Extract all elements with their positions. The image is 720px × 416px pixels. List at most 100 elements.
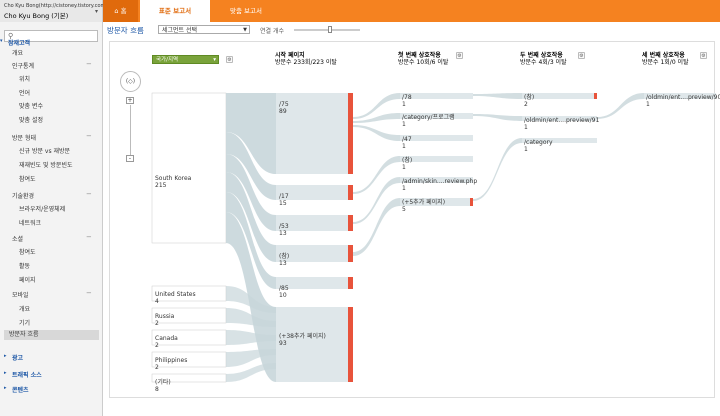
caret-icon: ▸ xyxy=(4,370,7,376)
gear-icon[interactable]: ⚙ xyxy=(226,56,233,63)
start-page-node-4[interactable]: /85 10 xyxy=(279,285,289,299)
sidebar-item-10[interactable]: 참여도 xyxy=(19,174,36,183)
sidebar-item-5[interactable]: 맞춤 변수 xyxy=(19,101,43,110)
flow-band xyxy=(473,138,522,201)
sidebar-item-label: 트래픽 소스 xyxy=(12,372,42,379)
collapse-icon[interactable]: − xyxy=(86,60,92,68)
node-name: (참) xyxy=(402,157,413,164)
sidebar-item-21[interactable]: 방문자 흐름 xyxy=(4,330,99,340)
start-page-node-0[interactable]: /75 89 xyxy=(279,101,289,115)
sidebar-item-label: 방문 형태 xyxy=(12,135,36,142)
country-node-3[interactable]: Canada 2 xyxy=(155,335,178,349)
sidebar-item-8[interactable]: 신규 방문 vs 재방문 xyxy=(19,146,70,155)
second-interaction-node-2[interactable]: /category 1 xyxy=(524,139,553,153)
dimension-dropdown[interactable]: 국가/지역 ▾ xyxy=(152,55,219,64)
exit-indicator xyxy=(470,198,473,206)
country-node xyxy=(151,92,227,244)
third-interaction-node-0[interactable]: /oldmin/ent....preview/90 1 xyxy=(646,94,720,108)
sidebar-item-19[interactable]: 개요 xyxy=(19,304,30,313)
country-node-4[interactable]: Philippines 2 xyxy=(155,357,187,371)
sidebar-item-0[interactable]: 잠재고객 ▾ xyxy=(0,38,31,47)
sidebar-item-2[interactable]: 인구통계 − xyxy=(12,60,92,70)
collapse-icon[interactable]: − xyxy=(86,289,92,297)
zoom-in-button[interactable]: + xyxy=(126,97,134,104)
sidebar-item-4[interactable]: 언어 xyxy=(19,88,30,97)
node-name: /53 xyxy=(279,223,289,230)
sidebar-item-23[interactable]: 트래픽 소스 ▸ xyxy=(4,370,42,379)
sidebar-item-3[interactable]: 위치 xyxy=(19,74,30,83)
collapse-icon[interactable]: − xyxy=(86,190,92,198)
gear-icon[interactable]: ⚙ xyxy=(578,52,585,59)
sidebar-item-7[interactable]: 방문 형태 − xyxy=(12,132,92,142)
zoom-out-button[interactable]: - xyxy=(126,155,134,162)
connections-label: 연결 개수 xyxy=(260,28,284,35)
column-subtitle: 방문수 1회/0 이탈 xyxy=(642,59,689,66)
fit-view-button[interactable]: (◇) xyxy=(120,71,141,92)
country-node-0[interactable]: South Korea 215 xyxy=(155,175,191,189)
country-node-1[interactable]: United States 4 xyxy=(155,291,196,305)
sidebar-item-16[interactable]: 활동 xyxy=(19,261,30,270)
sidebar-item-15[interactable]: 참여도 xyxy=(19,247,36,256)
node-value: 1 xyxy=(402,143,406,150)
sidebar-item-22[interactable]: 광고 ▸ xyxy=(4,353,23,362)
first-interaction-node-1[interactable]: /category/프로그램 1 xyxy=(402,114,455,128)
first-interaction-node-0[interactable]: /78 1 xyxy=(402,94,412,108)
sidebar-item-9[interactable]: 재재빈도 및 방문빈도 xyxy=(19,160,73,169)
flow-diagram xyxy=(151,92,716,383)
gear-icon[interactable]: ⚙ xyxy=(700,52,707,59)
start-page-node-5[interactable]: (+38추가 페이지) 93 xyxy=(279,333,326,347)
country-node-5[interactable]: (기타) 8 xyxy=(155,379,171,393)
nav-standard-reports[interactable]: 표준 보고서 xyxy=(140,0,210,22)
node-name: /17 xyxy=(279,193,289,200)
node-value: 2 xyxy=(155,320,159,327)
collapse-icon[interactable]: − xyxy=(86,233,92,241)
sidebar-item-14[interactable]: 소셜 − xyxy=(12,233,92,243)
account-selector[interactable]: Cho Kyu Bong(http://cistoney.tistory.com… xyxy=(0,0,107,22)
flow-band xyxy=(597,93,644,119)
node-value: 1 xyxy=(402,164,406,171)
sidebar-item-17[interactable]: 페이지 xyxy=(19,275,36,284)
column-subtitle: 방문수 233회/223 이탈 xyxy=(275,59,337,66)
second-interaction-node-1[interactable]: /oldmin/ent....preview/91 1 xyxy=(524,117,599,131)
sidebar-item-20[interactable]: 기기 xyxy=(19,318,30,327)
start-page-node-3[interactable]: (참) 13 xyxy=(279,253,289,267)
node-name: South Korea xyxy=(155,175,192,182)
sidebar-item-label: 잠재고객 xyxy=(8,40,31,47)
first-interaction-node-5[interactable]: (+5추가 페이지) 5 xyxy=(402,199,445,213)
collapse-icon[interactable]: − xyxy=(86,132,92,140)
exit-indicator xyxy=(348,215,353,231)
sidebar-item-18[interactable]: 모바일 − xyxy=(12,289,92,299)
segment-select[interactable]: 세그먼트 선택 ▼ xyxy=(158,25,250,34)
sidebar-item-label: 브라우저/운영체제 xyxy=(19,206,66,213)
first-interaction-node-2[interactable]: /47 1 xyxy=(402,136,412,150)
flow-band xyxy=(473,114,522,121)
sidebar-item-13[interactable]: 네트워크 xyxy=(19,218,41,227)
start-page-node-1[interactable]: /17 15 xyxy=(279,193,289,207)
nav-home-label: 홈 xyxy=(120,7,127,15)
first-interaction-node-4[interactable]: /admin/skin....review.php 1 xyxy=(402,178,477,192)
gear-icon[interactable]: ⚙ xyxy=(456,52,463,59)
sidebar-item-6[interactable]: 맞춤 설정 xyxy=(19,115,43,124)
connections-slider[interactable] xyxy=(294,26,360,33)
sidebar-item-label: 개요 xyxy=(12,50,24,57)
exit-indicator xyxy=(348,185,353,200)
sidebar-item-1[interactable]: 개요 xyxy=(12,48,23,57)
flow-band xyxy=(473,93,522,99)
nav-home[interactable]: ⌂ 홈 xyxy=(103,0,138,22)
node-value: 1 xyxy=(402,121,406,128)
node-name: /75 xyxy=(279,101,289,108)
sidebar-item-11[interactable]: 기술환경 − xyxy=(12,190,92,200)
second-interaction-node-0[interactable]: (참) 2 xyxy=(524,94,534,108)
node-name: (기타) xyxy=(155,379,171,386)
node-value: 93 xyxy=(279,340,287,347)
node-value: 13 xyxy=(279,230,287,237)
account-profile: Cho Kyu Bong (기본) xyxy=(4,12,69,20)
sidebar-item-24[interactable]: 콘텐츠 ▸ xyxy=(4,385,29,394)
nav-custom-reports[interactable]: 맞춤 보고서 xyxy=(216,0,276,22)
country-node-2[interactable]: Russia 2 xyxy=(155,313,174,327)
start-page-node-2[interactable]: /53 13 xyxy=(279,223,289,237)
sidebar-item-12[interactable]: 브라우저/운영체제 xyxy=(19,204,65,213)
first-interaction-node-3[interactable]: (참) 1 xyxy=(402,157,412,171)
slider-handle[interactable] xyxy=(328,26,332,33)
node-name: (+5추가 페이지) xyxy=(402,199,446,206)
